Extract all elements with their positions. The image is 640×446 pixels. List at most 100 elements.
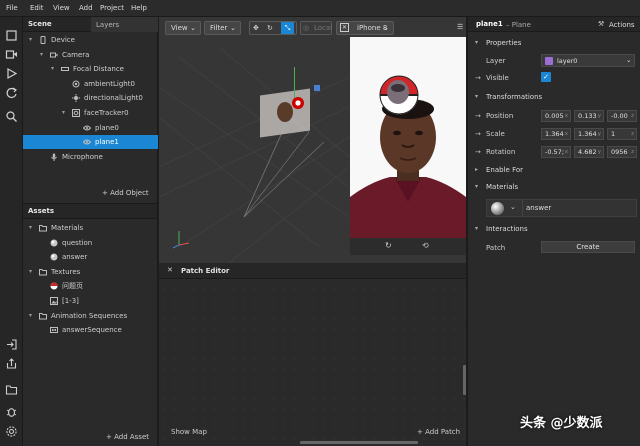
device-dropdown[interactable]: ✕ iPhone 8 ⌄ — [336, 21, 394, 35]
layer-label: Layer — [486, 57, 506, 65]
scale-y-field[interactable]: 1.364 y — [574, 128, 604, 140]
close-preview-icon[interactable]: ✕ — [340, 23, 349, 32]
tree-item-label: ambientLight0 — [84, 79, 135, 88]
visible-checkbox[interactable]: ✓ — [541, 72, 551, 82]
patch-editor-canvas[interactable] — [159, 263, 466, 446]
scene-tab[interactable]: Scene — [28, 20, 52, 28]
scale-icon[interactable]: ⤡ — [281, 22, 294, 34]
position-y-field[interactable]: 0.133 y — [574, 110, 604, 122]
show-map-button[interactable]: Show Map — [171, 428, 207, 436]
rotation-z-field[interactable]: 0956 z — [607, 146, 637, 158]
scale-x-field[interactable]: 1.364 x — [541, 128, 571, 140]
eye-icon — [83, 124, 91, 132]
tree-item-answer[interactable]: answer — [23, 250, 158, 264]
add-object-button[interactable]: + Add Object — [102, 189, 149, 197]
view-label: View — [171, 24, 188, 32]
tree-item-1-3[interactable]: [1-3] — [23, 294, 158, 308]
chevron-down-icon[interactable]: ▾ — [29, 33, 32, 47]
position-z-field[interactable]: -0.00 z — [607, 110, 637, 122]
sign-in-icon[interactable] — [5, 338, 18, 351]
tree-item-microphone[interactable]: Microphone — [23, 150, 158, 164]
menu-icon[interactable]: ☰ — [457, 23, 463, 31]
link-icon[interactable]: → — [475, 74, 481, 82]
layers-icon[interactable] — [5, 29, 18, 42]
actions-button[interactable]: Actions — [609, 21, 635, 29]
tree-item-textures[interactable]: ▾ Textures — [23, 265, 158, 279]
menu-edit[interactable]: Edit — [30, 4, 44, 12]
rotation-x-field[interactable]: -0.57; x — [541, 146, 571, 158]
viewport-face-preview — [277, 102, 293, 122]
tree-item-animation-sequences[interactable]: ▾ Animation Sequences — [23, 309, 158, 323]
tree-item-plane0[interactable]: plane0 — [23, 121, 158, 135]
view-dropdown[interactable]: View ⌄ — [165, 21, 201, 35]
tree-item-materials[interactable]: ▾ Materials — [23, 221, 158, 235]
chevron-down-icon[interactable]: ▾ — [40, 48, 43, 62]
tree-item-directionallight0[interactable]: directionalLight0 — [23, 91, 158, 105]
rotate-device-icon[interactable]: ⟲ — [422, 241, 429, 250]
create-button[interactable]: Create — [541, 241, 635, 253]
menu-project[interactable]: Project — [100, 4, 124, 12]
patch-horizontal-scrollbar[interactable] — [300, 441, 418, 444]
chevron-right-icon: ▸ — [475, 166, 479, 173]
menu-file[interactable]: File — [6, 4, 18, 12]
layers-tab[interactable]: Layers — [91, 17, 158, 32]
enable-for-section[interactable]: ▸ Enable For — [468, 163, 640, 177]
chevron-down-icon[interactable]: ▾ — [51, 62, 54, 76]
tree-item-camera[interactable]: ▾ Camera — [23, 48, 158, 62]
video-icon[interactable] — [5, 48, 18, 61]
chevron-down-icon[interactable]: ▾ — [29, 265, 32, 279]
tree-item-ambientlight0[interactable]: ambientLight0 — [23, 77, 158, 91]
scale-z-field[interactable]: 1z — [607, 128, 637, 140]
restart-icon[interactable]: ↻ — [385, 241, 392, 250]
refresh-icon[interactable] — [5, 86, 18, 99]
device-icon — [39, 36, 47, 44]
tree-item-device[interactable]: ▾ Device — [23, 33, 158, 47]
material-icon — [50, 239, 58, 247]
properties-section[interactable]: ▾ Properties — [468, 36, 640, 50]
bug-icon[interactable] — [5, 405, 18, 418]
tree-item-plane1[interactable]: plane1 — [23, 135, 158, 150]
layer-dropdown[interactable]: layer0 ⌄ — [541, 54, 635, 67]
scene-tab-header: Scene Layers — [23, 17, 158, 32]
chevron-down-icon[interactable]: ⌄ — [510, 203, 516, 211]
link-icon[interactable]: → — [475, 130, 481, 138]
tree-item-focal-distance[interactable]: ▾ Focal Distance — [23, 62, 158, 76]
tree-item-facetracker0[interactable]: ▾ faceTracker0 — [23, 106, 158, 120]
actions-icon[interactable]: ⚒ — [598, 20, 604, 28]
filter-dropdown[interactable]: Filter ⌄ — [204, 21, 241, 35]
patch-vertical-scrollbar[interactable] — [463, 365, 466, 395]
chevron-down-icon: ⌄ — [230, 24, 236, 32]
interactions-section[interactable]: ▾ Interactions — [468, 222, 640, 236]
rotation-y-field[interactable]: 4.682 y — [574, 146, 604, 158]
chevron-down-icon[interactable]: ▾ — [29, 221, 32, 235]
settings-icon[interactable] — [5, 425, 18, 438]
menu-add[interactable]: Add — [79, 4, 93, 12]
gizmo-z-handle[interactable] — [314, 85, 320, 91]
materials-section[interactable]: ▾ Materials — [468, 180, 640, 194]
menu-help[interactable]: Help — [131, 4, 147, 12]
link-icon[interactable]: → — [475, 148, 481, 156]
link-icon[interactable]: → — [475, 112, 481, 120]
add-patch-button[interactable]: + Add Patch — [417, 428, 460, 436]
chevron-down-icon[interactable]: ▾ — [29, 309, 32, 323]
move-icon[interactable]: ✥ — [253, 22, 259, 34]
material-slot[interactable]: ⌄ answer — [486, 199, 637, 217]
chevron-down-icon[interactable]: ▾ — [62, 106, 65, 120]
export-icon[interactable] — [5, 357, 18, 370]
chevron-down-icon: ⌄ — [626, 56, 632, 64]
close-icon[interactable]: ✕ — [167, 266, 173, 274]
patch-editor-title: Patch Editor — [181, 267, 230, 275]
rotate-icon[interactable]: ↻ — [267, 22, 273, 34]
tree-item-question[interactable]: question — [23, 236, 158, 250]
play-icon[interactable] — [5, 67, 18, 80]
tree-item-answersequence[interactable]: answerSequence — [23, 323, 158, 337]
tree-item-[interactable]: 问题页 — [23, 279, 158, 293]
search-icon[interactable] — [5, 110, 18, 123]
add-asset-button[interactable]: + Add Asset — [106, 433, 149, 441]
folder-open-icon[interactable] — [5, 383, 18, 396]
transformations-section[interactable]: ▾ Transformations — [468, 90, 640, 104]
position-x-field[interactable]: 0.005 x — [541, 110, 571, 122]
menu-view[interactable]: View — [53, 4, 70, 12]
local-toggle[interactable]: ◎ Local — [300, 21, 332, 35]
chevron-down-icon: ▾ — [475, 93, 479, 100]
